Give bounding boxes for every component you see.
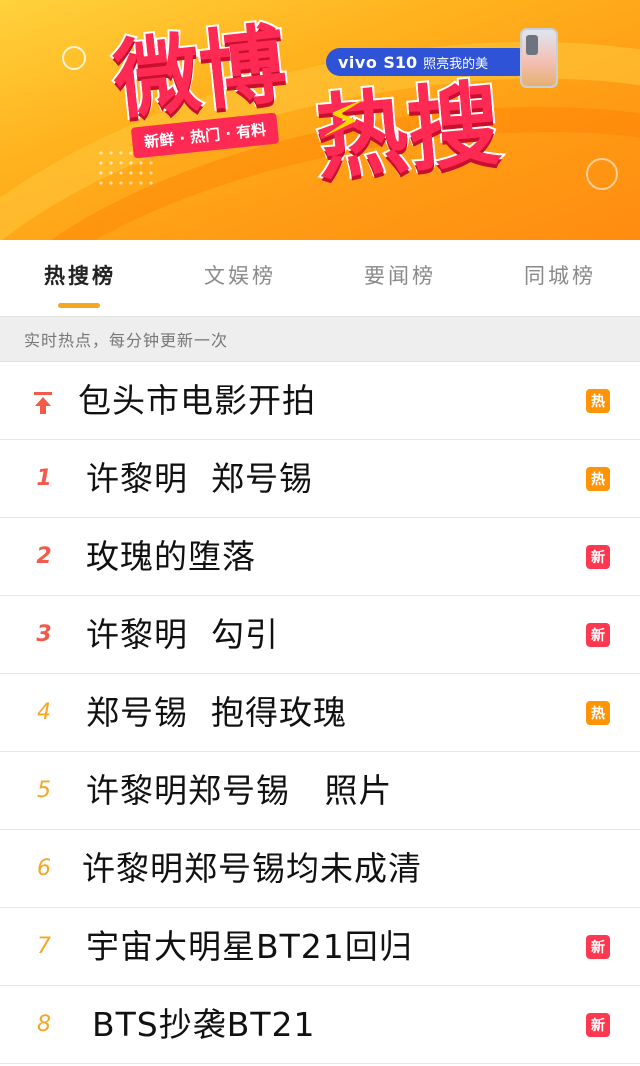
list-item[interactable]: 2 玫瑰的堕落 新 [0,518,640,596]
arrow-to-top-icon [34,392,52,414]
item-rank: 5 [37,778,51,803]
list-item[interactable]: 6 许黎明郑号锡均未成清 [0,830,640,908]
new-badge: 新 [586,622,610,647]
ad-slogan: 照亮我的美 [423,56,489,72]
tab-label: 要闻榜 [364,264,436,288]
rank-tabs: 热搜榜 文娱榜 要闻榜 同城榜 [0,240,640,316]
ad-brand: vivo [338,52,378,72]
camera-module [526,35,538,55]
item-title: 玫瑰的堕落 [86,537,256,576]
new-badge: 新 [586,544,610,569]
item-title: 许黎明郑号锡均未成清 [82,849,422,888]
hot-badge: 热 [586,466,610,491]
item-rank: 3 [36,622,52,647]
tab-label: 同城榜 [524,264,596,288]
tab-label: 文娱榜 [204,264,276,288]
item-rank: 6 [37,856,51,881]
list-item[interactable]: 4 郑号锡 抱得玫瑰 热 [0,674,640,752]
item-title: 许黎明郑号锡 照片 [86,771,393,810]
hot-search-list: 包头市电影开拍 热 1 许黎明 郑号锡 热 2 玫瑰的堕落 新 3 许黎明 勾引… [0,362,640,1064]
tab-entertainment[interactable]: 文娱榜 [160,240,320,316]
realtime-notice: 实时热点，每分钟更新一次 [0,316,640,362]
circle-icon [586,158,618,190]
list-item[interactable]: 包头市电影开拍 热 [0,362,640,440]
item-rank: 4 [37,700,51,725]
item-rank: 7 [37,934,51,959]
list-item[interactable]: 5 许黎明郑号锡 照片 [0,752,640,830]
tab-label: 热搜榜 [44,264,116,288]
list-item[interactable]: 8 BTS抄袭BT21 新 [0,986,640,1064]
item-title: 包头市电影开拍 [78,381,316,420]
item-title: 宇宙大明星BT21回归 [86,927,413,966]
logo-weibo-text: 微博 [107,12,293,133]
new-badge: 新 [586,934,610,959]
vivo-ad-pill[interactable]: vivo S10 照亮我的美 [326,48,533,76]
item-title: 郑号锡 抱得玫瑰 [86,693,347,732]
hot-search-banner: 微博 热搜 ⚡ 新鲜 · 热门 · 有料 vivo S10 照亮我的美 [0,0,640,240]
item-rank: 1 [36,466,52,491]
list-item[interactable]: 7 宇宙大明星BT21回归 新 [0,908,640,986]
circle-icon [62,46,86,70]
list-item[interactable]: 1 许黎明 郑号锡 热 [0,440,640,518]
hot-badge: 热 [586,388,610,413]
active-tab-indicator [58,303,100,308]
tab-hot-search[interactable]: 热搜榜 [0,240,160,316]
item-title: 许黎明 郑号锡 [86,459,313,498]
item-title: BTS抄袭BT21 [92,1005,316,1044]
hot-badge: 热 [586,700,610,725]
item-rank: 2 [36,544,52,569]
list-item[interactable]: 3 许黎明 勾引 新 [0,596,640,674]
ad-model: S10 [383,52,418,72]
tab-news[interactable]: 要闻榜 [320,240,480,316]
item-rank: 8 [37,1012,51,1037]
tab-local[interactable]: 同城榜 [480,240,640,316]
phone-icon[interactable] [520,28,558,88]
item-title: 许黎明 勾引 [86,615,279,654]
new-badge: 新 [586,1012,610,1037]
